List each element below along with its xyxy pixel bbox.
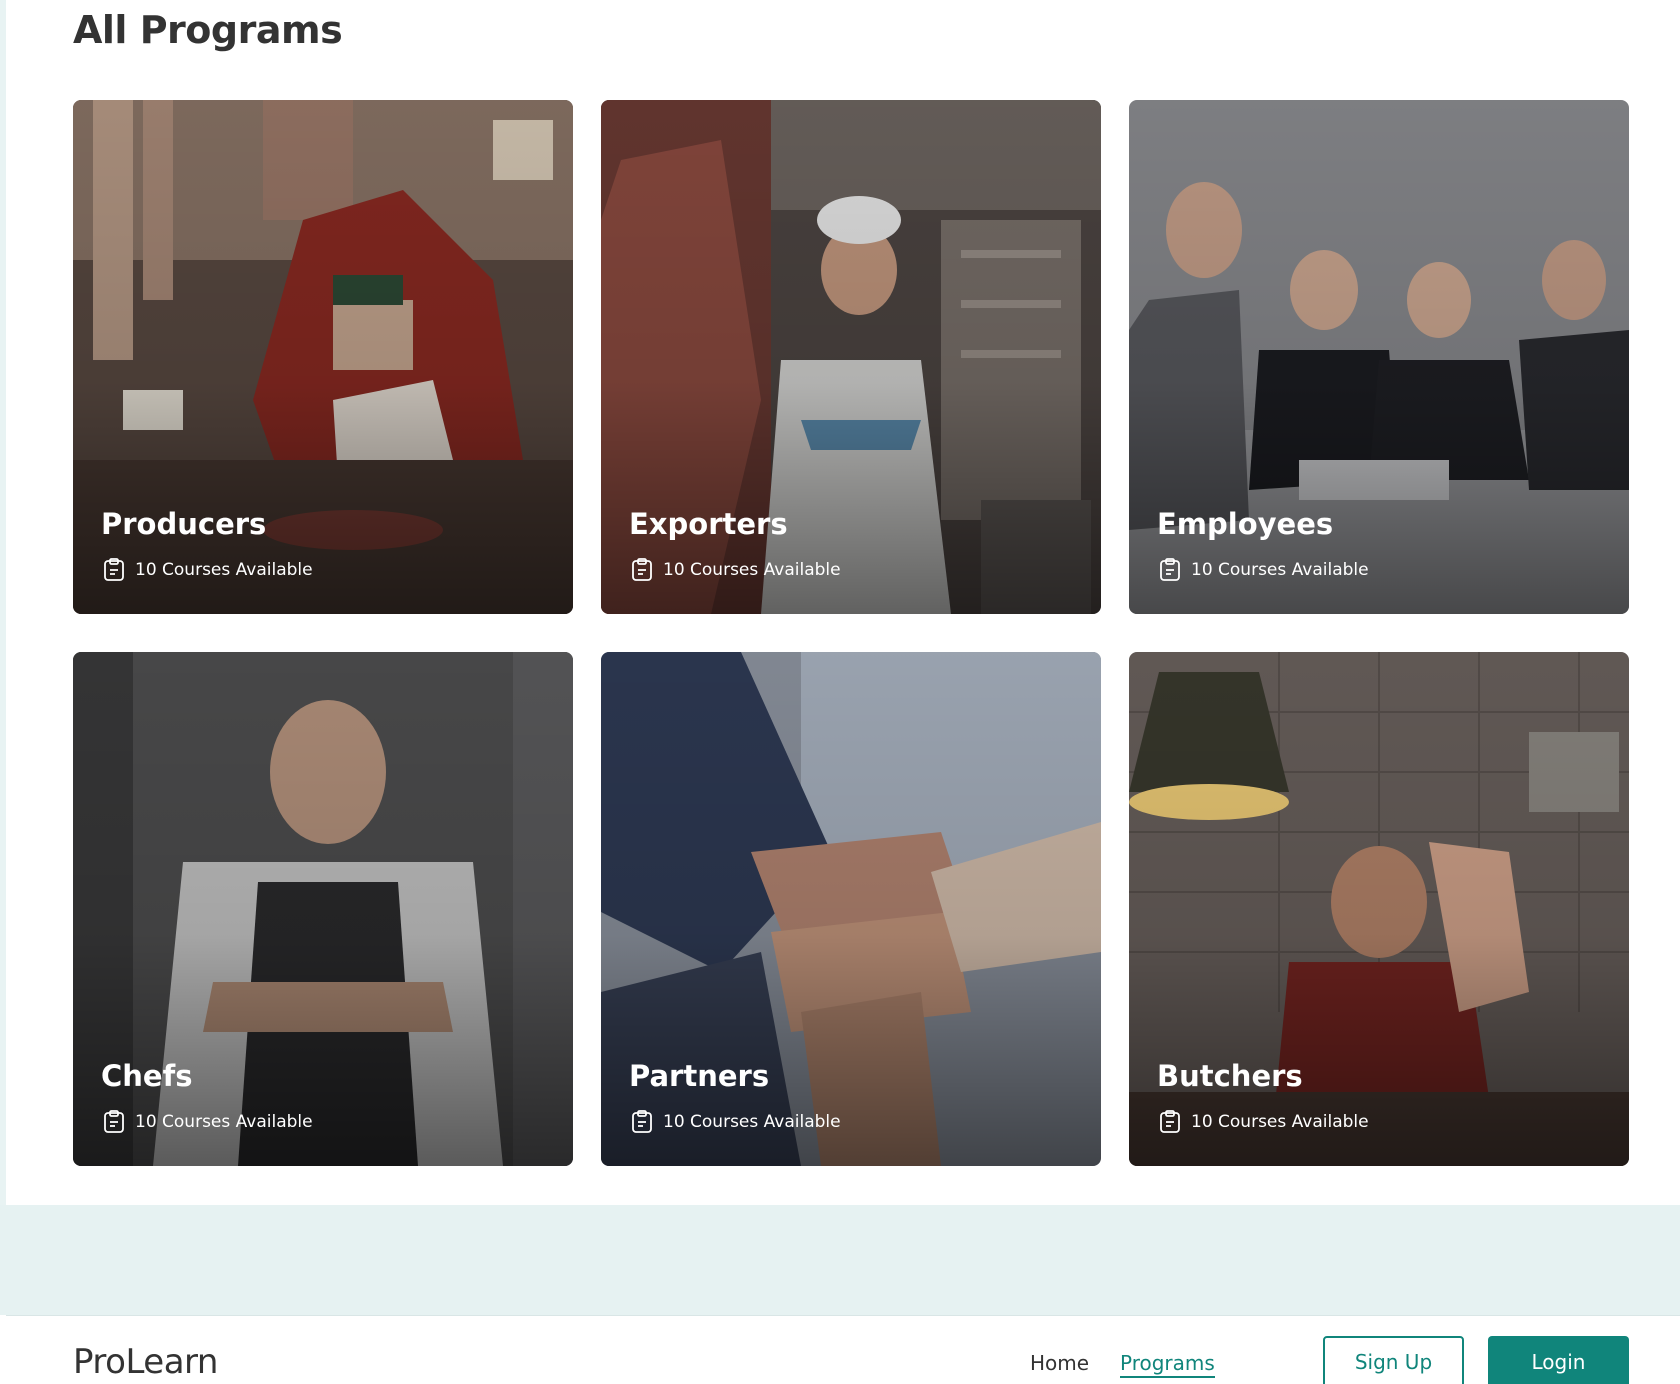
program-card-exporters[interactable]: Exporters 10 Courses Available [601, 100, 1101, 614]
clipboard-icon [1159, 558, 1181, 582]
course-count-label: 10 Courses Available [663, 560, 841, 580]
sign-up-button[interactable]: Sign Up [1323, 1336, 1464, 1384]
course-count-label: 10 Courses Available [135, 560, 313, 580]
clipboard-icon [103, 558, 125, 582]
program-title: Employees [1157, 507, 1334, 541]
program-card-chefs[interactable]: Chefs 10 Courses Available [73, 652, 573, 1166]
program-card-producers[interactable]: Producers 10 Courses Available [73, 100, 573, 614]
brand-logo[interactable]: ProLearn [73, 1342, 218, 1382]
course-count: 10 Courses Available [631, 1110, 841, 1134]
left-edge [0, 0, 6, 1205]
program-title: Exporters [629, 507, 788, 541]
course-count-label: 10 Courses Available [135, 1112, 313, 1132]
course-count: 10 Courses Available [1159, 558, 1369, 582]
course-count-label: 10 Courses Available [663, 1112, 841, 1132]
section-title: All Programs [73, 8, 343, 52]
bottom-navbar: ProLearn Home Programs Sign Up Login [6, 1315, 1680, 1384]
course-count: 10 Courses Available [1159, 1110, 1369, 1134]
program-title: Partners [629, 1059, 770, 1093]
program-title: Butchers [1157, 1059, 1303, 1093]
programs-grid: Producers 10 Courses Available Exporters… [73, 100, 1629, 1166]
nav-link-home[interactable]: Home [1030, 1351, 1089, 1375]
program-title: Chefs [101, 1059, 193, 1093]
course-count-label: 10 Courses Available [1191, 560, 1369, 580]
course-count-label: 10 Courses Available [1191, 1112, 1369, 1132]
clipboard-icon [103, 1110, 125, 1134]
program-card-employees[interactable]: Employees 10 Courses Available [1129, 100, 1629, 614]
login-button[interactable]: Login [1488, 1336, 1629, 1384]
course-count: 10 Courses Available [103, 1110, 313, 1134]
programs-page: All Programs Producers 10 Courses Availa… [0, 0, 1680, 1384]
course-count: 10 Courses Available [631, 558, 841, 582]
course-count: 10 Courses Available [103, 558, 313, 582]
clipboard-icon [631, 558, 653, 582]
nav-link-programs[interactable]: Programs [1120, 1351, 1215, 1378]
program-card-butchers[interactable]: Butchers 10 Courses Available [1129, 652, 1629, 1166]
clipboard-icon [631, 1110, 653, 1134]
program-card-partners[interactable]: Partners 10 Courses Available [601, 652, 1101, 1166]
program-title: Producers [101, 507, 267, 541]
footer-band [0, 1205, 1680, 1315]
clipboard-icon [1159, 1110, 1181, 1134]
